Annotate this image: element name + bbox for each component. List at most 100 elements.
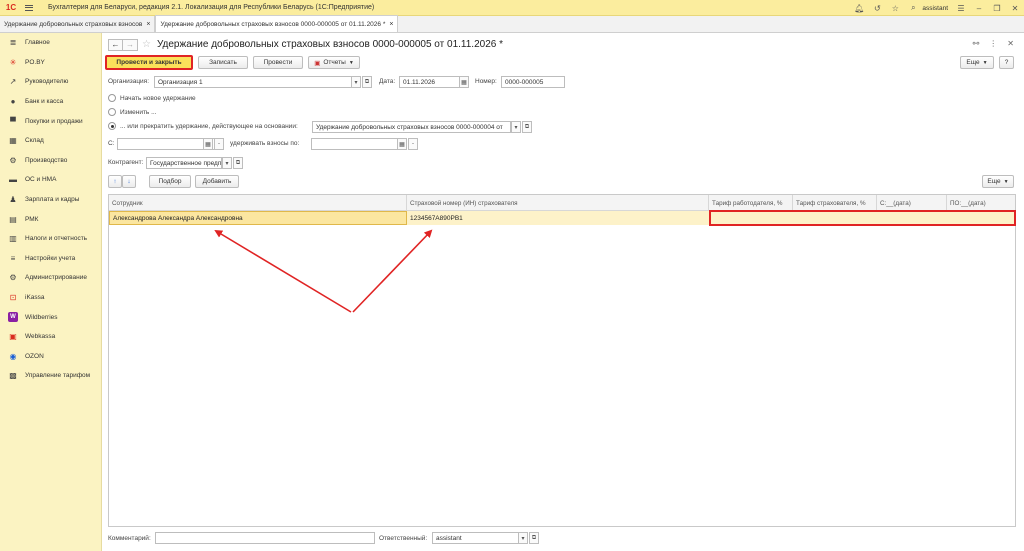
sidebar-item-wildberries[interactable]: W Wildberries [0, 307, 101, 327]
sidebar-item-label: ОС и НМА [25, 176, 57, 184]
forward-arrow-icon[interactable]: → [123, 38, 138, 51]
contractor-field[interactable]: Государственное предпр [146, 157, 222, 169]
responsible-field[interactable]: assistant [432, 532, 520, 544]
radio-change[interactable] [108, 108, 116, 116]
app-logo-icon: 1С [5, 3, 17, 12]
comment-field[interactable] [155, 532, 375, 544]
cart-icon: ▀ [10, 116, 16, 126]
restore-icon[interactable]: ❐ [988, 0, 1006, 16]
sidebar-item-accounting-settings[interactable]: ≡ Настройки учета [0, 249, 101, 269]
settings-icon: ≡ [10, 253, 16, 263]
menu-icon[interactable] [22, 0, 36, 16]
chevron-down-icon: ▼ [982, 59, 988, 66]
admin-gear-icon: ⚙ [9, 273, 17, 283]
radio-new-withholding[interactable] [108, 94, 116, 102]
more-label: Еще [966, 59, 980, 66]
close-icon[interactable]: ✕ [1006, 0, 1024, 16]
tab-list[interactable]: Удержание добровольных страховых взносов… [0, 16, 156, 32]
history-icon[interactable]: ↺ [868, 0, 886, 16]
calendar-icon[interactable]: ▦ [203, 138, 213, 150]
tariff-icon: ▩ [9, 371, 17, 381]
sidebar-item-label: Управление тарифом [25, 372, 91, 380]
move-up-icon[interactable]: ↑ [108, 175, 122, 188]
from-date-field[interactable] [117, 138, 217, 150]
dropdown-icon[interactable]: ▾ [351, 76, 361, 88]
sidebar-item-poby[interactable]: ✳ PO.BY [0, 53, 101, 73]
column-insurance-number[interactable]: Страховой номер (ИН) страхователя [407, 195, 709, 211]
bell-icon[interactable]: 🔔︎ [850, 0, 868, 16]
sidebar-item-bank[interactable]: ● Банк и касса [0, 92, 101, 112]
column-employee[interactable]: Сотрудник [109, 195, 407, 211]
sidebar-item-label: Администрирование [25, 274, 87, 282]
sidebar-item-label: Webkassa [25, 333, 56, 341]
sidebar-item-production[interactable]: ⚙ Производство [0, 151, 101, 171]
sidebar-item-label: iKassa [25, 294, 45, 302]
column-to-date[interactable]: ПО:__(дата) [947, 195, 1017, 211]
tab-document[interactable]: Удержание добровольных страховых взносов… [155, 15, 399, 32]
select-button[interactable]: Подбор [149, 175, 191, 188]
sidebar-item-ikassa[interactable]: ⊡ iKassa [0, 288, 101, 308]
sidebar-item-assets[interactable]: ▬ ОС и НМА [0, 170, 101, 190]
post-button[interactable]: Провести [253, 56, 303, 69]
calendar-icon[interactable]: ▦ [397, 138, 407, 150]
help-button[interactable]: ? [999, 56, 1014, 69]
tab-close-icon[interactable]: × [389, 21, 393, 28]
contractor-label: Контрагент: [108, 159, 144, 166]
sidebar-item-taxes[interactable]: ▥ Налоги и отчетность [0, 229, 101, 249]
open-icon[interactable]: ⧉ [529, 532, 539, 544]
column-insured-rate[interactable]: Тариф страхователя, % [793, 195, 877, 211]
sidebar-item-purchases[interactable]: ▀ Покупки и продажи [0, 111, 101, 131]
reports-icon: ▣ [314, 59, 321, 67]
open-icon[interactable]: ⧉ [362, 76, 372, 88]
cell-insurance-number[interactable]: 1234567A890PB1 [407, 211, 709, 225]
sidebar-item-label: Настройки учета [25, 254, 76, 262]
number-field[interactable]: 0000-000005 [501, 76, 565, 88]
clear-icon[interactable]: - [214, 138, 224, 150]
save-button[interactable]: Записать [198, 56, 248, 69]
column-employer-rate[interactable]: Тариф работодателя, % [709, 195, 793, 211]
move-down-icon[interactable]: ↓ [122, 175, 136, 188]
date-field[interactable]: 01.11.2026 [399, 76, 461, 88]
sidebar-item-main[interactable]: ≣ Главное [0, 33, 101, 53]
sidebar-item-warehouse[interactable]: ▦ Склад [0, 131, 101, 151]
favorite-star-icon[interactable]: ☆ [142, 39, 151, 50]
settings-lines-icon[interactable]: ☰ [952, 0, 970, 16]
sidebar-item-tariff[interactable]: ▩ Управление тарифом [0, 366, 101, 386]
more-button[interactable]: Еще ▼ [960, 56, 994, 69]
chevron-down-icon: ▼ [1003, 178, 1009, 185]
sidebar-item-admin[interactable]: ⚙ Администрирование [0, 268, 101, 288]
tab-close-icon[interactable]: × [146, 21, 150, 28]
star-icon[interactable]: ☆ [886, 0, 904, 16]
minimize-icon[interactable]: – [970, 0, 988, 16]
reports-button[interactable]: ▣ Отчеты ▼ [308, 56, 360, 69]
search-icon[interactable]: ⌕ [904, 0, 922, 16]
sidebar-item-salary[interactable]: ♟ Зарплата и кадры [0, 190, 101, 210]
dropdown-icon[interactable]: ▾ [222, 157, 232, 169]
window-close-icon[interactable]: ✕ [1007, 39, 1014, 48]
sidebar-item-webkassa[interactable]: ▣ Webkassa [0, 327, 101, 347]
sidebar-item-ozon[interactable]: ◉ OZON [0, 347, 101, 367]
radio-stop-withholding[interactable] [108, 122, 116, 130]
until-date-field[interactable] [311, 138, 401, 150]
add-button[interactable]: Добавить [195, 175, 239, 188]
link-icon[interactable]: ⚯ [973, 39, 980, 48]
sidebar-item-rmk[interactable]: ▤ РМК [0, 209, 101, 229]
calendar-icon[interactable]: ▦ [459, 76, 469, 88]
column-from-date[interactable]: С:__(дата) [877, 195, 947, 211]
back-arrow-icon[interactable]: ← [108, 38, 123, 51]
sidebar-item-manager[interactable]: ↗ Руководителю [0, 72, 101, 92]
organization-field[interactable]: Организация 1 [154, 76, 360, 88]
dropdown-icon[interactable]: ▾ [511, 121, 521, 133]
open-icon[interactable]: ⧉ [522, 121, 532, 133]
cell-employee[interactable]: Александрова Александра Александровна [109, 211, 407, 225]
clear-icon[interactable]: - [408, 138, 418, 150]
more-vertical-icon[interactable]: ⋮ [989, 39, 997, 48]
basis-document-field[interactable]: Удержание добровольных страховых взносов… [312, 121, 511, 133]
ikassa-icon: ⊡ [9, 293, 17, 303]
open-icon[interactable]: ⧉ [233, 157, 243, 169]
tab-document-label: Удержание добровольных страховых взносов… [160, 20, 386, 28]
dropdown-icon[interactable]: ▾ [518, 532, 528, 544]
table-more-button[interactable]: Еще ▼ [982, 175, 1014, 188]
user-name[interactable]: assistant [922, 5, 948, 12]
post-and-close-button[interactable]: Провести и закрыть [105, 55, 193, 70]
